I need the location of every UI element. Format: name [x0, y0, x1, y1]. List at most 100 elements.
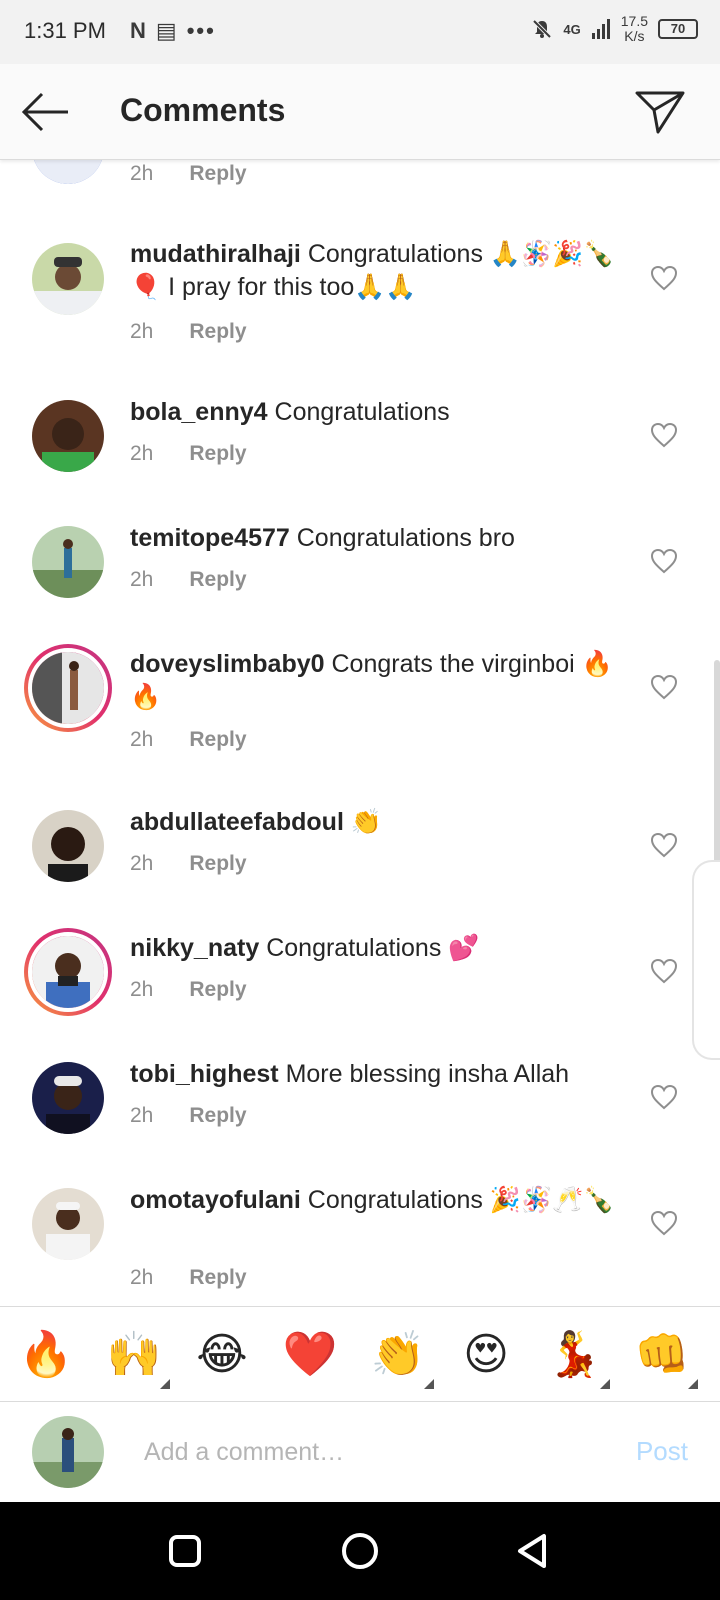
- page-title: Comments: [120, 92, 286, 128]
- skin-tone-indicator-icon: [600, 1379, 610, 1389]
- heart-icon[interactable]: [650, 265, 678, 291]
- avatar: [28, 648, 108, 728]
- comment-text: tobi_highest More blessing insha Allah: [130, 1058, 620, 1091]
- comment-body: Congratulations: [274, 398, 450, 426]
- mute-icon: [532, 19, 552, 39]
- heart-icon[interactable]: [650, 832, 678, 858]
- comment-meta: 2h Reply: [130, 1104, 247, 1128]
- header: Comments: [0, 64, 720, 160]
- avatar[interactable]: [32, 526, 104, 598]
- heart-icon[interactable]: [650, 1084, 678, 1110]
- avatar[interactable]: [32, 810, 104, 882]
- status-bar: 1:31 PM N ▤ ••• 4G 17.5 K/s 70: [0, 0, 720, 64]
- status-time: 1:31 PM: [24, 18, 106, 43]
- emoji-quick-bar: 🔥 🙌 😂 ❤️ 👏 😍 💃 👊: [0, 1306, 720, 1402]
- comment-composer: Post: [0, 1402, 720, 1502]
- network-type: 4G: [563, 21, 581, 37]
- comment-meta: 2h Reply: [130, 320, 247, 344]
- edge-panel-handle[interactable]: [692, 860, 720, 1060]
- emoji-joy[interactable]: 😂: [186, 1325, 258, 1385]
- reply-button[interactable]: Reply: [189, 1104, 246, 1127]
- emoji-dancer-glyph: 💃: [546, 1330, 602, 1379]
- comment-time: 2h: [130, 1266, 154, 1289]
- more-notifications-icon: •••: [186, 18, 216, 43]
- comment-body: More blessing insha Allah: [285, 1060, 570, 1088]
- speed-unit: K/s: [624, 28, 645, 44]
- heart-icon[interactable]: [650, 674, 678, 700]
- heart-icon[interactable]: [650, 958, 678, 984]
- emoji-heart-eyes[interactable]: 😍: [450, 1325, 522, 1385]
- comment-username[interactable]: bola_enny4: [130, 398, 268, 426]
- comment-time: 2h: [130, 568, 154, 591]
- news-app-icon: N: [130, 18, 146, 43]
- comment-body: Congratulations 🎉🪅🥂🍾: [307, 1186, 615, 1214]
- comment-text: bola_enny4 Congratulations: [130, 396, 620, 429]
- emoji-dancer[interactable]: 💃: [538, 1325, 610, 1389]
- avatar[interactable]: [32, 400, 104, 472]
- comment-text: temitope4577 Congratulations bro: [130, 522, 620, 555]
- comment-time: 2h: [130, 442, 154, 465]
- system-nav-bar: [0, 1502, 720, 1600]
- reply-button[interactable]: Reply: [189, 978, 246, 1001]
- comment-time: 2h: [130, 728, 154, 751]
- comment-username[interactable]: omotayofulani: [130, 1186, 301, 1214]
- comment-username[interactable]: mudathiralhaji: [130, 240, 301, 268]
- comment-text: doveyslimbaby0 Congrats the virginboi 🔥🔥: [130, 648, 620, 714]
- skin-tone-indicator-icon: [160, 1379, 170, 1389]
- network-speed: 17.5 K/s: [621, 14, 648, 44]
- back-arrow-icon[interactable]: [20, 88, 72, 136]
- avatar-story-ring[interactable]: [24, 928, 112, 1016]
- comment-time: 2h: [130, 852, 154, 875]
- comment-meta: 2h Reply: [130, 1266, 247, 1290]
- comment-meta: 2h Reply: [130, 728, 247, 752]
- emoji-fire[interactable]: 🔥: [10, 1325, 82, 1385]
- comment-meta: 2h Reply: [130, 568, 247, 592]
- heart-icon[interactable]: [650, 1210, 678, 1236]
- comment-username[interactable]: nikky_naty: [130, 934, 259, 962]
- circle-icon[interactable]: [337, 1528, 383, 1574]
- emoji-raised-hands-glyph: 🙌: [106, 1330, 162, 1379]
- scrollbar[interactable]: [714, 660, 720, 880]
- comment-username[interactable]: tobi_highest: [130, 1060, 279, 1088]
- emoji-raised-hands[interactable]: 🙌: [98, 1325, 170, 1389]
- reply-button[interactable]: Reply: [189, 320, 246, 343]
- message-app-icon: ▤: [155, 18, 177, 43]
- comment-list[interactable]: 2h Reply mudathiralhaji Congratulations 🙏…: [0, 160, 720, 1306]
- avatar[interactable]: [32, 1188, 104, 1260]
- signal-icon: [591, 19, 610, 39]
- comment-time: 2h: [130, 1104, 154, 1127]
- comment-username[interactable]: abdullateefabdoul: [130, 808, 344, 836]
- paper-plane-icon[interactable]: [634, 88, 686, 136]
- speed-value: 17.5: [620, 13, 648, 29]
- reply-button[interactable]: Reply: [189, 442, 246, 465]
- emoji-clap[interactable]: 👏: [362, 1325, 434, 1389]
- comment-username[interactable]: doveyslimbaby0: [130, 650, 325, 678]
- avatar: [28, 932, 108, 1012]
- heart-icon[interactable]: [650, 422, 678, 448]
- reply-button[interactable]: Reply: [189, 852, 246, 875]
- comment-input[interactable]: [144, 1430, 584, 1474]
- comment-time: 2h: [130, 978, 154, 1001]
- square-icon[interactable]: [162, 1528, 208, 1574]
- avatar-story-ring[interactable]: [24, 644, 112, 732]
- post-button[interactable]: Post: [636, 1436, 688, 1467]
- emoji-fist[interactable]: 👊: [626, 1325, 698, 1389]
- skin-tone-indicator-icon: [688, 1379, 698, 1389]
- emoji-clap-glyph: 👏: [370, 1330, 426, 1379]
- avatar[interactable]: [32, 243, 104, 315]
- battery-icon: 70: [658, 19, 698, 39]
- triangle-back-icon[interactable]: [510, 1528, 556, 1574]
- emoji-heart[interactable]: ❤️: [274, 1325, 346, 1385]
- heart-icon[interactable]: [650, 548, 678, 574]
- avatar[interactable]: [32, 160, 104, 184]
- comment-meta: 2h Reply: [130, 852, 247, 876]
- reply-button[interactable]: Reply: [189, 1266, 246, 1289]
- comment-body: Congratulations 💕: [266, 934, 480, 962]
- comment-username[interactable]: temitope4577: [130, 524, 290, 552]
- reply-button[interactable]: Reply: [189, 162, 246, 185]
- comment-body: Congratulations bro: [296, 524, 515, 552]
- reply-button[interactable]: Reply: [189, 728, 246, 751]
- avatar[interactable]: [32, 1062, 104, 1134]
- reply-button[interactable]: Reply: [189, 568, 246, 591]
- emoji-fist-glyph: 👊: [634, 1330, 690, 1379]
